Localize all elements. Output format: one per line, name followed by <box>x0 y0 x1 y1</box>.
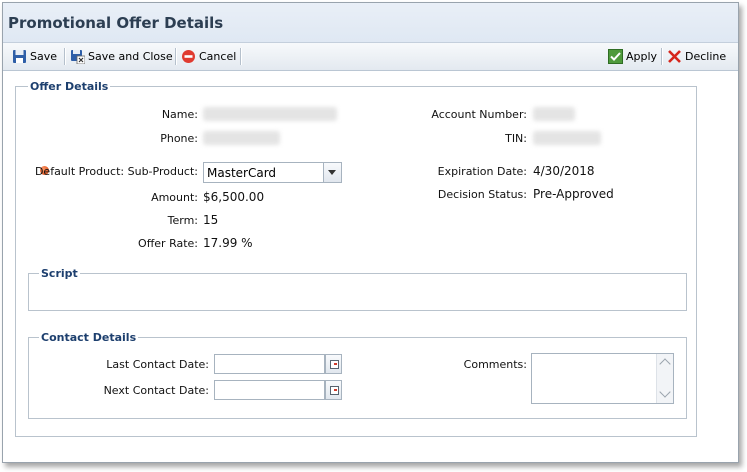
apply-label: Apply <box>626 50 658 63</box>
contact-details-legend: Contact Details <box>39 331 139 344</box>
sub-product-selected-value: MasterCard <box>207 166 277 180</box>
cancel-button[interactable]: Cancel <box>181 48 236 65</box>
comments-label: Comments: <box>463 358 527 371</box>
term-label: Term: <box>167 214 198 227</box>
last-contact-date-label: Last Contact Date: <box>106 358 209 371</box>
window-title: Promotional Offer Details <box>8 14 224 32</box>
red-x-icon <box>667 49 682 64</box>
save-label: Save <box>30 50 58 63</box>
decision-status-label: Decision Status: <box>437 188 527 201</box>
last-contact-date-picker-button[interactable] <box>325 354 342 374</box>
scroll-down-icon[interactable] <box>659 386 671 398</box>
chevron-down-icon <box>328 170 336 175</box>
script-fieldset <box>28 273 687 311</box>
toolbar-separator <box>175 48 176 65</box>
checkmark-icon <box>608 49 623 64</box>
tin-label: TIN: <box>505 132 527 145</box>
account-number-redacted <box>533 107 575 121</box>
term-value: 15 <box>203 213 219 227</box>
amount-value: $6,500.00 <box>203 190 265 204</box>
floppy-disk-icon <box>12 49 27 64</box>
name-label: Name: <box>161 108 198 121</box>
dropdown-button[interactable] <box>323 163 341 182</box>
calendar-icon <box>330 386 339 395</box>
script-legend: Script <box>39 267 80 280</box>
save-close-icon <box>70 49 86 65</box>
phone-value-redacted <box>203 131 280 145</box>
cancel-icon <box>181 49 196 64</box>
decline-button[interactable]: Decline <box>667 48 726 65</box>
toolbar: Save Save and Close Cancel Apply Decline <box>3 43 738 71</box>
next-contact-date-label: Next Contact Date: <box>103 384 209 397</box>
next-contact-date-picker-button[interactable] <box>325 380 342 400</box>
toolbar-separator <box>64 48 65 65</box>
offer-rate-label: Offer Rate: <box>138 237 198 250</box>
last-contact-date-input[interactable] <box>214 354 325 374</box>
expiration-date-value: 4/30/2018 <box>533 164 595 178</box>
expiration-date-label: Expiration Date: <box>437 165 527 178</box>
sub-product-select[interactable]: MasterCard <box>203 162 342 183</box>
cancel-label: Cancel <box>199 50 237 63</box>
tin-value-redacted <box>533 131 601 145</box>
comments-textarea[interactable] <box>531 353 674 404</box>
phone-label: Phone: <box>160 132 198 145</box>
offer-details-legend: Offer Details <box>28 80 111 93</box>
name-value-redacted <box>203 107 337 121</box>
title-bar: Promotional Offer Details <box>3 3 738 43</box>
save-button[interactable]: Save <box>12 48 57 65</box>
offer-rate-value: 17.99 % <box>203 236 253 250</box>
decision-status-value: Pre-Approved <box>533 187 614 201</box>
save-and-close-button[interactable]: Save and Close <box>70 48 173 65</box>
amount-label: Amount: <box>151 191 198 204</box>
save-and-close-label: Save and Close <box>88 50 173 63</box>
apply-button[interactable]: Apply <box>608 48 657 65</box>
decline-label: Decline <box>685 50 727 63</box>
calendar-icon <box>330 360 339 369</box>
toolbar-separator <box>661 48 662 65</box>
scroll-up-icon[interactable] <box>659 358 671 370</box>
toolbar-separator <box>240 48 241 65</box>
next-contact-date-input[interactable] <box>214 380 325 400</box>
product-label: Default Product: Sub-Product: <box>34 165 198 178</box>
comments-scrollbar[interactable] <box>656 354 673 403</box>
account-number-label: Account Number: <box>431 108 527 121</box>
